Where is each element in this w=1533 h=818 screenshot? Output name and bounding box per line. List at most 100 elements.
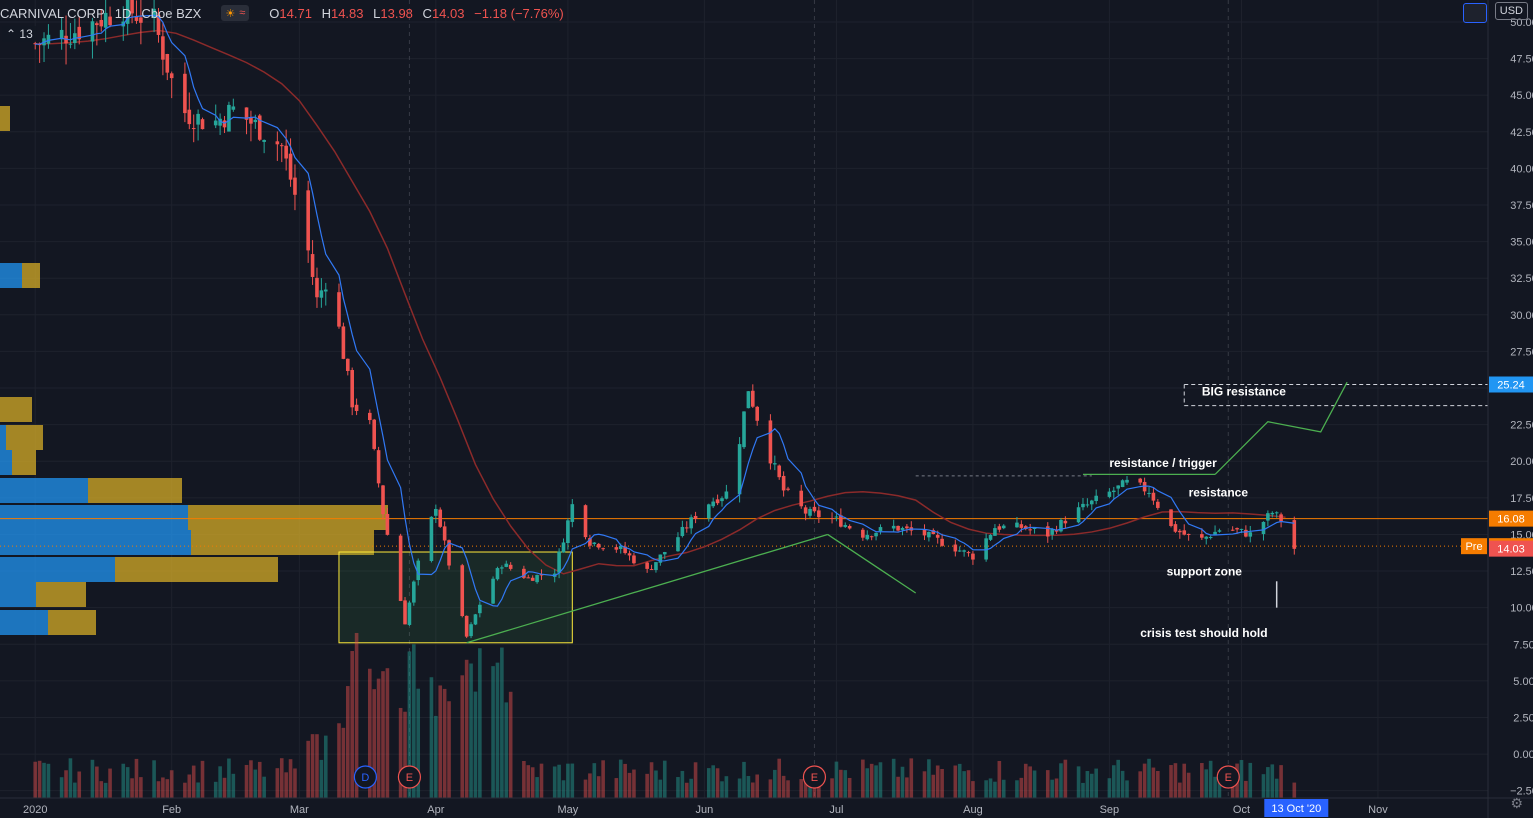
currency-button[interactable]: USD xyxy=(1494,2,1528,20)
volume-bar xyxy=(121,763,126,798)
candle-body xyxy=(557,551,561,573)
annotation-label: BIG resistance xyxy=(1202,384,1286,398)
x-tick-label: Feb xyxy=(162,804,181,816)
candle-body xyxy=(803,507,808,514)
symbol-name[interactable]: CARNIVAL CORP xyxy=(0,6,105,21)
volume-bar xyxy=(1081,782,1085,798)
candle-body xyxy=(1050,529,1054,535)
candle-body xyxy=(1089,500,1094,505)
interval-label[interactable]: 1D xyxy=(115,6,132,21)
candle-body xyxy=(165,54,170,73)
candle-body xyxy=(711,501,715,507)
candle-body xyxy=(407,602,412,625)
volume-bar xyxy=(601,760,605,798)
candle-body xyxy=(1081,503,1085,508)
indicators-collapse-toggle[interactable]: ⌃ 13 xyxy=(2,26,37,42)
candle-body xyxy=(601,548,605,550)
candle-body xyxy=(988,534,993,540)
annotation-label: crisis test should hold xyxy=(1140,626,1267,640)
volume-bar xyxy=(905,777,909,798)
volume-bar xyxy=(751,782,755,798)
candle-body xyxy=(279,145,284,147)
volume-profile-bar xyxy=(115,557,278,582)
volume-bar xyxy=(1178,782,1182,798)
candle-body xyxy=(891,525,896,529)
close-label: C xyxy=(422,5,432,21)
settings-gear-icon[interactable]: ⚙ xyxy=(1510,795,1523,812)
volume-bar xyxy=(1094,768,1098,798)
volume-profile-bar xyxy=(0,582,36,607)
volume-bar xyxy=(257,761,262,798)
volume-profile-bar xyxy=(188,505,388,530)
volume-bar xyxy=(1111,765,1116,798)
volume-bar xyxy=(504,702,509,798)
volume-bar xyxy=(59,777,64,798)
volume-bar xyxy=(1054,778,1059,798)
x-tick-label: May xyxy=(558,804,579,816)
trendline-break xyxy=(827,533,917,594)
price-tag-label: 14.03 xyxy=(1497,544,1525,556)
volume-bar xyxy=(134,758,139,798)
candle-body xyxy=(508,564,513,569)
candle-body xyxy=(817,510,821,518)
volume-bar xyxy=(345,686,350,798)
candle-body xyxy=(341,326,346,359)
candle-body xyxy=(1028,529,1032,531)
market-status-icons[interactable]: ☀ ≈ xyxy=(221,5,250,21)
volume-profile-bar xyxy=(0,263,22,288)
candle-body xyxy=(442,526,447,541)
candle-body xyxy=(1156,501,1160,508)
candle-body xyxy=(196,113,200,125)
y-tick-label: 30.00 xyxy=(1510,310,1533,322)
object-tree-button[interactable] xyxy=(1463,3,1487,23)
volume-bar xyxy=(680,770,685,798)
candle-body xyxy=(1169,509,1173,526)
candle-body xyxy=(905,526,909,529)
volume-bar xyxy=(200,760,205,798)
candle-body xyxy=(530,577,535,581)
volume-bar xyxy=(1169,765,1173,798)
volume-bar xyxy=(922,771,927,798)
candle-body xyxy=(1182,530,1187,535)
volume-bar xyxy=(125,767,130,798)
candle-body xyxy=(812,506,817,512)
candle-body xyxy=(473,614,478,625)
volume-bar xyxy=(73,782,77,798)
candle-body xyxy=(46,34,51,44)
volume-bar xyxy=(108,768,112,798)
volume-bar xyxy=(676,777,680,798)
candle-body xyxy=(940,538,944,546)
candle-body xyxy=(183,73,187,114)
volume-bar xyxy=(570,763,575,798)
volume-bar xyxy=(1028,766,1032,798)
volume-bar xyxy=(715,768,720,798)
volume-bar xyxy=(1050,779,1054,798)
volume-bar xyxy=(891,758,896,798)
volume-bar xyxy=(966,770,971,798)
volume-bar xyxy=(746,776,751,798)
volume-bar xyxy=(37,760,42,798)
open-label: O xyxy=(269,5,280,21)
candle-body xyxy=(896,525,900,531)
volume-bar xyxy=(720,781,724,798)
candle-body xyxy=(1244,529,1248,537)
candle-body xyxy=(583,505,588,538)
volume-bar xyxy=(1248,762,1253,798)
volume-bar xyxy=(1125,780,1129,798)
volume-bar xyxy=(861,759,865,798)
volume-bar xyxy=(566,763,570,798)
candle-body xyxy=(997,526,1002,530)
volume-bar xyxy=(315,734,319,798)
volume-bar xyxy=(341,727,346,798)
volume-bar xyxy=(940,769,944,798)
y-tick-label: 2.50 xyxy=(1513,712,1533,724)
candle-body xyxy=(284,145,288,159)
volume-bar xyxy=(1200,763,1204,798)
candle-body xyxy=(337,292,341,327)
candle-body xyxy=(306,190,310,251)
volume-bar xyxy=(557,764,561,798)
price-chart[interactable]: BIG resistance resistance / trigger resist… xyxy=(0,0,1533,818)
volume-bar xyxy=(227,758,231,798)
volume-bar xyxy=(244,764,249,798)
volume-bar xyxy=(689,778,693,798)
